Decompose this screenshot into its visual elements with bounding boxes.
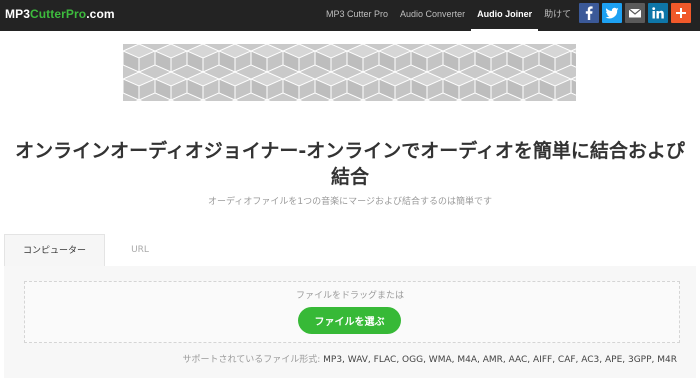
site-logo[interactable]: MP3CutterPro.com <box>5 7 115 21</box>
logo-part-cutterpro: CutterPro <box>29 7 87 21</box>
top-navbar: MP3CutterPro.com MP3 Cutter Pro Audio Co… <box>0 0 700 31</box>
page-title: オンラインオーディオジョイナー-オンラインでオーディオを簡単に結合およぴ結合 <box>15 140 685 188</box>
email-share-button[interactable] <box>625 3 645 23</box>
drop-hint-text: ファイルをドラッグまたは <box>295 291 404 301</box>
tab-computer[interactable]: コンピューター <box>4 234 105 266</box>
logo-part-com: .com <box>86 7 115 21</box>
nav-item-audio-converter[interactable]: Audio Converter <box>394 0 471 31</box>
page-subtitle: オーディオファイルを1つの音楽にマージおよび結合するのは簡単です <box>208 197 492 207</box>
twitter-icon <box>605 7 619 19</box>
tab-url[interactable]: URL <box>120 234 160 266</box>
nav-links: MP3 Cutter Pro Audio Converter Audio Joi… <box>320 0 577 31</box>
facebook-icon <box>585 6 593 20</box>
banner-image <box>123 44 576 101</box>
linkedin-share-button[interactable] <box>648 3 668 23</box>
nav-item-audio-joiner[interactable]: Audio Joiner <box>471 0 539 31</box>
linkedin-icon <box>652 7 664 19</box>
twitter-share-button[interactable] <box>602 3 622 23</box>
email-icon <box>628 8 642 18</box>
logo-part-mp3: MP3 <box>5 7 30 21</box>
supported-formats-label: サポートされているファイル形式: <box>182 355 321 365</box>
nav-item-mp3-cutter-pro[interactable]: MP3 Cutter Pro <box>320 0 394 31</box>
supported-formats: サポートされているファイル形式: MP3, WAV, FLAC, OGG, WM… <box>0 352 678 365</box>
supported-formats-list: MP3, WAV, FLAC, OGG, WMA, M4A, AMR, AAC,… <box>323 355 677 365</box>
cube-pattern-graphic <box>123 44 576 101</box>
share-plus-button[interactable] <box>671 3 691 23</box>
facebook-share-button[interactable] <box>579 3 599 23</box>
choose-file-button[interactable]: ファイルを選ぶ <box>298 307 401 334</box>
nav-item-help[interactable]: 助けて <box>538 0 577 31</box>
plus-icon <box>676 8 686 18</box>
source-tabs: コンピューター URL <box>4 234 696 266</box>
